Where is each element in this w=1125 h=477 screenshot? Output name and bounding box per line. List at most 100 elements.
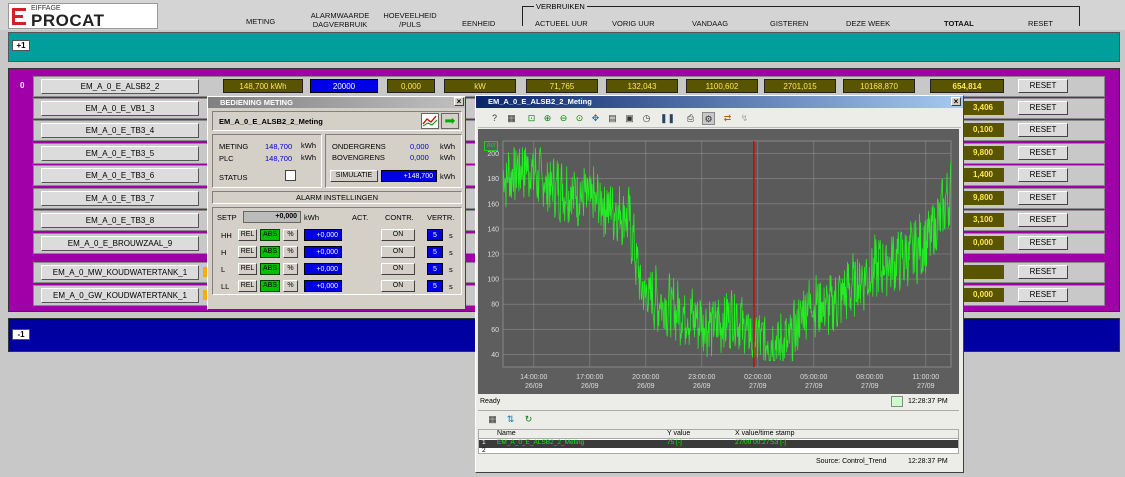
- value-table: Name Y value X value/time stamp 1 EM_A_0…: [478, 429, 959, 454]
- pct-button[interactable]: %: [283, 263, 298, 275]
- abs-button[interactable]: ABS: [260, 280, 280, 292]
- row-name-button[interactable]: EM_A_0_E_TB3_4: [41, 123, 199, 138]
- level-value-field[interactable]: +0,000: [304, 280, 342, 292]
- delay-field[interactable]: 5: [427, 263, 443, 275]
- chart-settings-icon[interactable]: ▦: [505, 112, 518, 125]
- status-checkbox[interactable]: [285, 170, 296, 181]
- simulatie-unit: kWh: [440, 172, 455, 181]
- clock-icon[interactable]: ◷: [640, 112, 653, 125]
- reset-button[interactable]: RESET: [1018, 79, 1068, 93]
- trend-chart[interactable]: 200 180 160 140 120 100 80 60 40 14:00:00 26/09 17:…: [478, 129, 959, 394]
- trend-title: EM_A_0_E_ALSB2_2_Meting: [488, 97, 592, 106]
- table-settings-icon[interactable]: ▦: [486, 413, 499, 426]
- table-select-icon[interactable]: ⇅: [504, 413, 517, 426]
- row-name-button[interactable]: EM_A_0_E_VB1_3: [41, 101, 199, 116]
- x-tick-time: 14:00:00: [520, 374, 547, 381]
- reset-button[interactable]: RESET: [1018, 146, 1068, 160]
- setp-field[interactable]: +0,000: [243, 211, 301, 223]
- reset-button[interactable]: RESET: [1018, 123, 1068, 137]
- trend-chart-icon[interactable]: [421, 113, 439, 129]
- reset-button[interactable]: RESET: [1018, 236, 1068, 250]
- help-icon[interactable]: ?: [488, 112, 501, 125]
- reset-button[interactable]: RESET: [1018, 265, 1068, 279]
- delay-unit: s: [449, 282, 453, 291]
- delay-field[interactable]: 5: [427, 229, 443, 241]
- bediening-title: BEDIENING METING: [220, 98, 293, 107]
- meting-label: METING: [219, 142, 249, 151]
- close-icon[interactable]: ×: [951, 97, 961, 106]
- x-tick-time: 05:00:00: [800, 374, 827, 381]
- abs-button[interactable]: ABS: [260, 229, 280, 241]
- x-tick-date: 27/09: [805, 383, 823, 390]
- pct-button[interactable]: %: [283, 229, 298, 241]
- level-value-field[interactable]: +0,000: [304, 246, 342, 258]
- zoom-x-icon[interactable]: ⊙: [573, 112, 586, 125]
- row-name-button[interactable]: EM_A_0_E_TB3_5: [41, 146, 199, 161]
- zoom-out-icon[interactable]: ⊖: [557, 112, 570, 125]
- y-tick-label: 40: [491, 352, 499, 359]
- level-value-field[interactable]: +0,000: [304, 229, 342, 241]
- row-name-button[interactable]: EM_A_0_E_TB3_8: [41, 213, 199, 228]
- simulatie-field[interactable]: +148,700: [381, 170, 437, 182]
- col-hoev-l1: HOEVEELHEID: [383, 11, 437, 20]
- group-minus1-toggle[interactable]: -1: [12, 329, 30, 340]
- meting-panel: METING 148,700 kWh PLC 148,700 kWh STATU…: [212, 134, 322, 188]
- arrow-right-icon[interactable]: ➡: [441, 113, 459, 129]
- disabled-icon: ↯: [740, 113, 749, 123]
- pct-button[interactable]: %: [283, 246, 298, 258]
- x-tick-date: 26/09: [637, 383, 655, 390]
- contr-on-button[interactable]: ON: [381, 263, 415, 275]
- select-data-icon[interactable]: ▣: [623, 112, 636, 125]
- source-label: Source: Control_Trend: [816, 458, 887, 465]
- contr-on-button[interactable]: ON: [381, 246, 415, 258]
- group-plus1-toggle[interactable]: +1: [12, 40, 30, 51]
- ruler-icon[interactable]: ▤: [606, 112, 619, 125]
- pause-icon[interactable]: ❚❚: [660, 112, 675, 125]
- delay-unit: s: [449, 248, 453, 257]
- row-name-button[interactable]: EM_A_0_E_TB3_6: [41, 168, 199, 183]
- col-gisteren: GISTEREN: [770, 19, 809, 28]
- trend-window: EM_A_0_E_ALSB2_2_Meting × ? ▦ ⊡ ⊕ ⊖ ⊙ ✥ …: [475, 95, 964, 473]
- pct-button[interactable]: %: [283, 280, 298, 292]
- rel-button[interactable]: REL: [238, 229, 257, 241]
- row-name-button[interactable]: EM_A_0_E_TB3_7: [41, 191, 199, 206]
- zoom-in-icon[interactable]: ⊕: [541, 112, 554, 125]
- alarm-value[interactable]: 20000: [310, 79, 378, 93]
- reset-button[interactable]: RESET: [1018, 168, 1068, 182]
- row-index: 1: [482, 439, 486, 446]
- x-tick-date: 26/09: [581, 383, 599, 390]
- abs-button[interactable]: ABS: [260, 246, 280, 258]
- level-label: H: [221, 248, 227, 257]
- reset-button[interactable]: RESET: [1018, 288, 1068, 302]
- move-icon[interactable]: ✥: [589, 112, 602, 125]
- rel-button[interactable]: REL: [238, 263, 257, 275]
- rel-button[interactable]: REL: [238, 246, 257, 258]
- zoom-area-icon[interactable]: ⊡: [525, 112, 538, 125]
- contr-on-button[interactable]: ON: [381, 280, 415, 292]
- level-value-field[interactable]: +0,000: [304, 263, 342, 275]
- rel-button[interactable]: REL: [238, 280, 257, 292]
- contr-on-button[interactable]: ON: [381, 229, 415, 241]
- x-tick-time: 02:00:00: [744, 374, 771, 381]
- statistics-icon[interactable]: ⚙: [702, 112, 715, 125]
- reset-button[interactable]: RESET: [1018, 101, 1068, 115]
- table-row[interactable]: 1 EM_A_0_E_ALSB2_2_Meting 75 [-] 27/09 0…: [479, 439, 958, 448]
- row-name-button[interactable]: EM_A_0_GW_KOUDWATERTANK_1: [41, 288, 199, 303]
- table-refresh-icon[interactable]: ↻: [522, 413, 535, 426]
- status-label: STATUS: [219, 173, 248, 182]
- delay-field[interactable]: 5: [427, 246, 443, 258]
- simulatie-button[interactable]: SIMULATIE: [330, 170, 378, 182]
- abs-button[interactable]: ABS: [260, 263, 280, 275]
- export-icon[interactable]: ⇄: [721, 112, 734, 125]
- close-icon[interactable]: ×: [454, 97, 464, 106]
- row-name-button[interactable]: EM_A_0_E_ALSB2_2: [41, 79, 199, 94]
- group-plus1-panel: [8, 32, 1120, 62]
- print-icon[interactable]: ⎙: [684, 112, 697, 125]
- reset-button[interactable]: RESET: [1018, 191, 1068, 205]
- reset-button[interactable]: RESET: [1018, 213, 1068, 227]
- row-name-button[interactable]: EM_A_0_E_BROUWZAAL_9: [41, 236, 199, 251]
- row-name-button[interactable]: EM_A_0_MW_KOUDWATERTANK_1: [41, 265, 199, 280]
- delay-field[interactable]: 5: [427, 280, 443, 292]
- ondergrens-label: ONDERGRENS: [332, 142, 386, 151]
- row-x-value: 27/09 00:27:53 [-]: [735, 439, 786, 446]
